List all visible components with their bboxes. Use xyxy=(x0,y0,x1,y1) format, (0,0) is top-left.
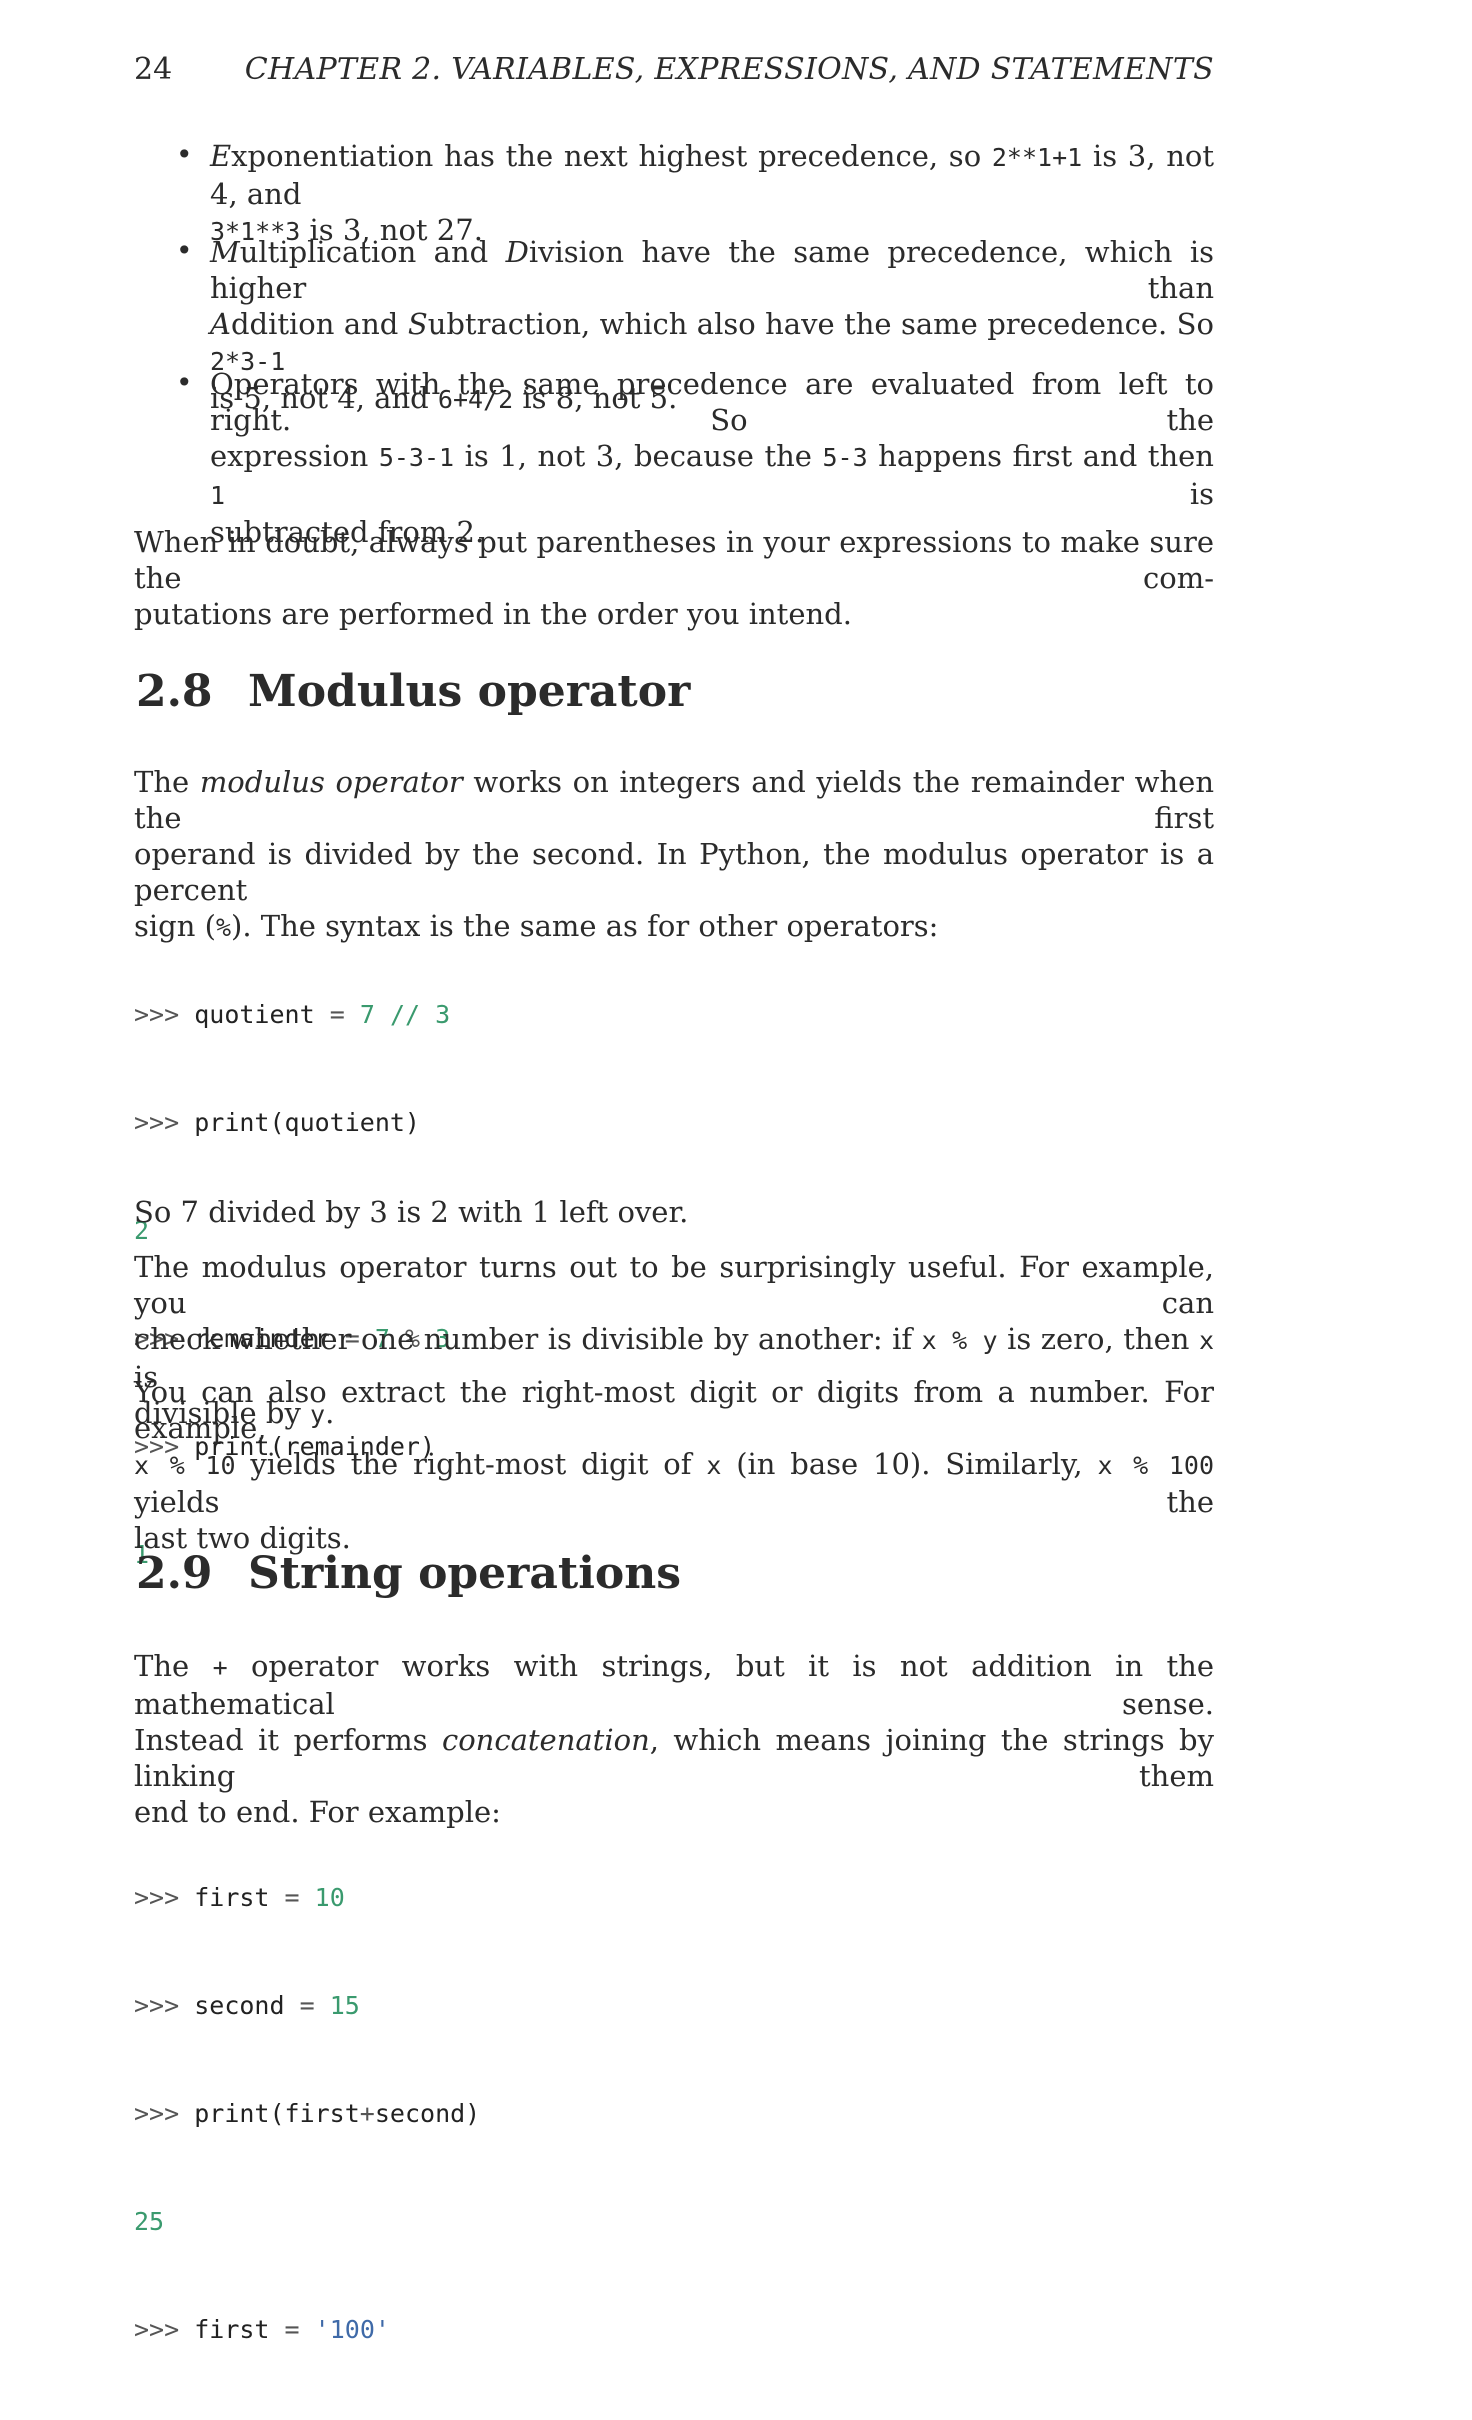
code-line: >>> second = 15 xyxy=(134,1991,360,2020)
page-header: 24 CHAPTER 2. VARIABLES, EXPRESSIONS, AN… xyxy=(134,52,1214,92)
code-line: >>> print(first+second) xyxy=(134,2099,481,2128)
section-heading-2-9: 2.9 String operations xyxy=(136,1548,682,1599)
section-heading-2-8: 2.8 Modulus operator xyxy=(136,666,691,717)
paragraph-modulus-intro: The modulus operator works on integers a… xyxy=(134,765,1215,943)
paragraph-string-concat: The + operator works with strings, but i… xyxy=(134,1649,1215,1829)
running-title: CHAPTER 2. VARIABLES, EXPRESSIONS, AND S… xyxy=(244,52,1214,87)
page-number: 24 xyxy=(134,52,173,87)
bullet-marker: • xyxy=(176,234,193,267)
code-line: >>> print(quotient) xyxy=(134,1108,420,1137)
code-line: >>> quotient = 7 // 3 xyxy=(134,1000,451,1029)
bullet-item-left-to-right: Operators with the same precedence are e… xyxy=(210,367,1214,549)
code-line: >>> first = '100' xyxy=(134,2315,390,2344)
code-line: >>> first = 10 xyxy=(134,1883,345,1912)
paragraph-parentheses: When in doubt, always put parentheses in… xyxy=(134,525,1214,631)
bullet-marker: • xyxy=(176,138,193,171)
document-page: 24 CHAPTER 2. VARIABLES, EXPRESSIONS, AN… xyxy=(0,0,1472,2344)
paragraph-so-7: So 7 divided by 3 is 2 with 1 left over. xyxy=(134,1195,689,1229)
bullet-marker: • xyxy=(176,366,193,399)
code-block-strings: >>> first = 10 >>> second = 15 >>> print… xyxy=(134,1808,1214,2420)
paragraph-extract-digits: You can also extract the right-most digi… xyxy=(134,1375,1214,1555)
code-output: 25 xyxy=(134,2207,165,2236)
